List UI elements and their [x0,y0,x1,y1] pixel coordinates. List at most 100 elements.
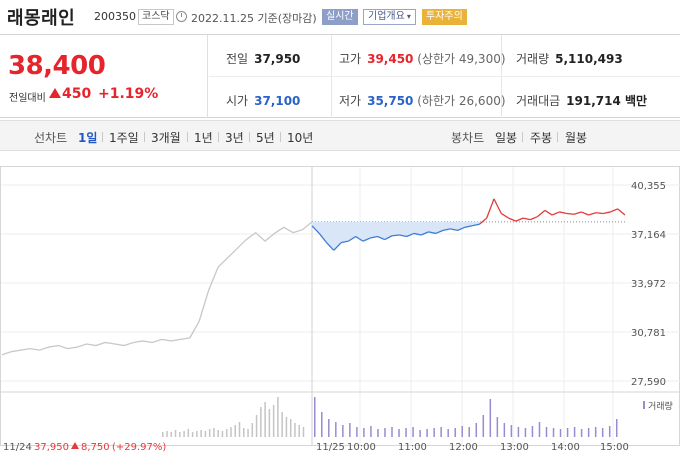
volume-bar [208,429,211,437]
tab-3years[interactable]: 3년 [225,129,244,146]
price-segment [544,209,553,216]
volume-bar [213,428,215,437]
volume-bar [580,429,583,437]
price-segment [573,211,582,215]
tab-1week[interactable]: 1주일 [109,129,139,146]
chart-grid [0,166,680,446]
tab-5years[interactable]: 5년 [256,129,275,146]
tab-10years[interactable]: 10년 [287,129,313,146]
volume-label: 거래량 [516,52,550,66]
separator [102,132,103,142]
volume-bar [461,426,463,437]
line-chart-label: 선차트 [34,131,68,145]
chart-period-tabs: 선차트 1일 1주일 3개월 1년 3년 5년 10년 봉차트 일봉 주봉 월봉 [0,120,680,151]
market-badge: 코스닥 [138,9,174,25]
footer-prev-pct: (+29.97%) [112,442,166,453]
lower-limit: (하한가 26,600) [417,94,506,108]
volume-bar [440,427,442,437]
volume-bar [447,429,449,437]
price-segment [392,234,400,237]
warning-badge: 투자주의 [422,9,467,25]
separator [187,132,188,142]
volume-bar [217,430,219,437]
volume-bar [356,427,358,437]
y-tick-label: 30,781 [631,328,666,339]
volume-bar [398,429,400,437]
volume-bar [204,431,207,437]
tab-weekly-candle[interactable]: 주봉 [530,129,552,146]
volume-bar [174,430,177,437]
price-segment [581,211,589,216]
stock-name[interactable]: 래몽래인 [7,4,75,30]
tab-monthly-candle[interactable]: 월봉 [565,129,587,146]
price-segment [566,212,575,215]
price-chart[interactable]: 40,355 37,164 33,972 30,781 27,590 거래량 11/25… [0,152,680,466]
volume-bar [314,397,316,437]
separator [557,132,558,142]
chevron-down-icon: ▾ [406,12,411,21]
tab-1year[interactable]: 1년 [194,129,213,146]
footer-prev-close: 37,950 [34,442,69,453]
volume-bar [419,430,421,437]
up-triangle-icon [49,88,61,98]
volume-bar [468,427,470,437]
volume-bars: 거래량 [162,397,673,437]
volume-bar [489,399,492,437]
volume-bar [405,428,407,437]
volume-bar [482,415,485,437]
separator [144,132,145,142]
volume-bar [559,429,562,437]
x-tick-label: 13:00 [500,442,529,453]
divider [209,76,680,77]
y-tick-label: 27,590 [631,377,666,388]
price-segment [508,217,517,222]
trade-value-cell: 거래대금 191,714 백만 [516,92,647,109]
price-segment [603,211,611,215]
volume-bar [247,429,249,437]
change-percent: +1.19% [98,86,159,102]
candle-chart-label: 봉차트 [451,131,485,145]
volume-bar [187,429,190,437]
volume-cell: 거래량 5,110,493 [516,50,623,67]
volume-bar [321,412,323,437]
price-segment [559,211,567,215]
y-axis: 40,355 37,164 33,972 30,781 27,590 [631,181,666,388]
change-label: 전일대비 [9,93,46,104]
volume-bar [363,428,365,437]
volume-legend-label: 거래량 [648,400,673,412]
tab-1day[interactable]: 1일 [78,129,97,146]
price-segment [610,208,618,213]
volume-bar [608,426,611,437]
trade-value: 191,714 백만 [566,94,648,108]
volume-bar [200,430,202,437]
stock-header: 래몽래인 200350 코스닥 2022.11.25 기준(장마감) 실시간 기… [0,0,680,34]
clock-icon [176,11,187,22]
prev-day-series [1,221,313,356]
current-price-box: 38,400 전일대비 450 +1.19% [0,35,208,118]
volume-bar [615,419,618,437]
corp-overview-dropdown[interactable]: 기업개요 ▾ [363,9,416,25]
stock-code: 200350 [94,10,136,23]
tab-daily-candle[interactable]: 일봉 [495,129,517,146]
x-tick-label: 14:00 [551,442,580,453]
volume-bar [552,428,555,437]
volume-bar [391,427,393,437]
volume-bar [538,422,541,437]
x-tick-label: 12:00 [449,442,478,453]
volume-bar [272,405,275,437]
volume-bar [426,429,428,437]
volume-bar [302,427,305,437]
price-segment [515,217,524,222]
volume-bar [503,423,506,437]
volume-bar [370,426,372,437]
tab-3months[interactable]: 3개월 [151,129,181,146]
volume-bar [225,429,228,437]
volume-bar [183,431,185,437]
volume-bar [260,407,262,437]
volume-bar [234,425,236,437]
volume-bar [162,432,164,437]
price-segment [522,217,531,221]
volume-bar [328,419,330,437]
realtime-button[interactable]: 실시간 [322,9,358,25]
price-segment [530,215,538,221]
